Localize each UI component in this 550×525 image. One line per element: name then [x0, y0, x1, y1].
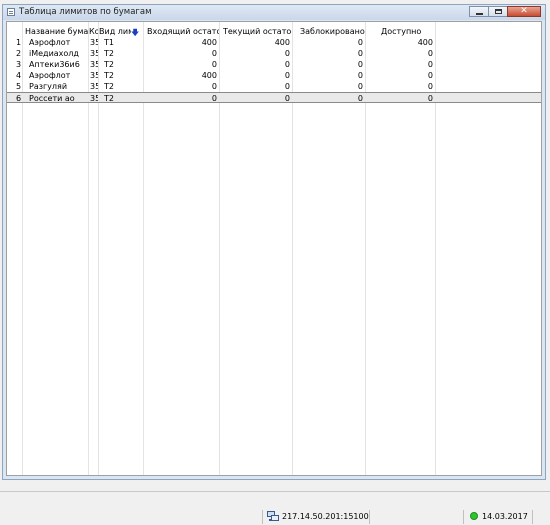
- header-current[interactable]: Текущий остаток: [223, 27, 292, 36]
- cell-incoming: 0: [211, 49, 217, 58]
- status-separator: [463, 510, 464, 524]
- cell-blocked: 0: [357, 38, 363, 47]
- status-separator: [369, 510, 370, 524]
- header-limit-type[interactable]: Вид лим: [99, 27, 131, 36]
- header-available[interactable]: Доступно: [381, 27, 435, 36]
- cell-code: 35.: [90, 60, 98, 69]
- header-code[interactable]: Ко: [89, 27, 98, 36]
- cell-available: 400: [417, 38, 433, 47]
- table-row[interactable]: 2 iМедиахолд 35. T2 0 0 0 0: [7, 48, 541, 59]
- cell-num: 6: [16, 94, 22, 103]
- title-bar[interactable]: Таблица лимитов по бумагам ✕: [3, 5, 545, 20]
- cell-limit-type: T2: [104, 71, 114, 80]
- cell-incoming: 400: [201, 38, 217, 47]
- cell-code: 35.: [90, 38, 98, 47]
- cell-blocked: 0: [357, 60, 363, 69]
- cell-num: 4: [16, 71, 22, 80]
- cell-blocked: 0: [357, 49, 363, 58]
- cell-code: 35.: [90, 82, 98, 91]
- status-bar: 217.14.50.201:15100 14.03.2017: [0, 509, 550, 525]
- cell-num: 1: [16, 38, 22, 47]
- cell-available: 0: [427, 71, 433, 80]
- minimize-icon: [476, 13, 483, 15]
- cell-incoming: 0: [211, 94, 217, 103]
- limits-window: Таблица лимитов по бумагам ✕ Название бу…: [2, 4, 546, 480]
- cell-current: 400: [274, 38, 290, 47]
- cell-num: 3: [16, 60, 22, 69]
- table-row-selected[interactable]: 6 Россети ао 35. T2 0 0 0 0: [7, 92, 541, 103]
- window-controls: ✕: [469, 6, 541, 17]
- header-blocked[interactable]: Заблокировано: [300, 27, 365, 36]
- table-window-icon: [7, 8, 15, 16]
- cell-name: Россети ао: [29, 94, 75, 103]
- cell-available: 0: [427, 60, 433, 69]
- connection-status-icon: [470, 512, 478, 520]
- status-separator: [532, 510, 533, 524]
- status-date: 14.03.2017: [482, 512, 528, 521]
- window-title: Таблица лимитов по бумагам: [19, 7, 152, 17]
- connection-address: 217.14.50.201:15100: [282, 512, 369, 521]
- cell-incoming: 0: [211, 82, 217, 91]
- limits-table[interactable]: Название бумаги Ко Вид лим 🡇 Входящий ос…: [6, 21, 542, 476]
- cell-blocked: 0: [357, 94, 363, 103]
- cell-name: Аэрофлот: [29, 71, 71, 80]
- cell-code: 35.: [90, 71, 98, 80]
- cell-num: 2: [16, 49, 22, 58]
- cell-available: 0: [427, 94, 433, 103]
- cell-limit-type: T2: [104, 60, 114, 69]
- cell-limit-type: T2: [104, 82, 114, 91]
- cell-limit-type: T2: [104, 94, 114, 103]
- table-row[interactable]: 5 Разгуляй 35. T2 0 0 0 0: [7, 81, 541, 92]
- cell-available: 0: [427, 49, 433, 58]
- panel-divider: [0, 491, 550, 492]
- cell-num: 5: [16, 82, 22, 91]
- status-separator: [262, 510, 263, 524]
- close-button[interactable]: ✕: [507, 6, 541, 17]
- header-name[interactable]: Название бумаги: [25, 27, 88, 36]
- table-row[interactable]: 1 Аэрофлот 35. T1 400 400 0 400: [7, 37, 541, 48]
- cell-blocked: 0: [357, 71, 363, 80]
- cell-limit-type: T1: [104, 38, 114, 47]
- cell-name: Аптеки36и6: [29, 60, 80, 69]
- cell-name: Разгуляй: [29, 82, 68, 91]
- cell-code: 35.: [90, 49, 98, 58]
- cell-blocked: 0: [357, 82, 363, 91]
- close-icon: ✕: [520, 6, 528, 16]
- cell-incoming: 0: [211, 60, 217, 69]
- cell-limit-type: T2: [104, 49, 114, 58]
- table-row[interactable]: 4 Аэрофлот 35. T2 400 0 0 0: [7, 70, 541, 81]
- maximize-icon: [495, 9, 502, 14]
- cell-current: 0: [284, 94, 290, 103]
- cell-name: Аэрофлот: [29, 38, 71, 47]
- cell-incoming: 400: [201, 71, 217, 80]
- maximize-button[interactable]: [488, 6, 508, 17]
- table-row[interactable]: 3 Аптеки36и6 35. T2 0 0 0 0: [7, 59, 541, 70]
- header-incoming[interactable]: Входящий остаток: [147, 27, 219, 36]
- network-connection-icon: [267, 511, 279, 522]
- cell-current: 0: [284, 82, 290, 91]
- cell-current: 0: [284, 49, 290, 58]
- cell-code: 35.: [90, 94, 98, 103]
- table-header-row: Название бумаги Ко Вид лим 🡇 Входящий ос…: [7, 26, 541, 37]
- cell-name: iМедиахолд: [29, 49, 79, 58]
- minimize-button[interactable]: [469, 6, 489, 17]
- cell-available: 0: [427, 82, 433, 91]
- cell-current: 0: [284, 60, 290, 69]
- cell-current: 0: [284, 71, 290, 80]
